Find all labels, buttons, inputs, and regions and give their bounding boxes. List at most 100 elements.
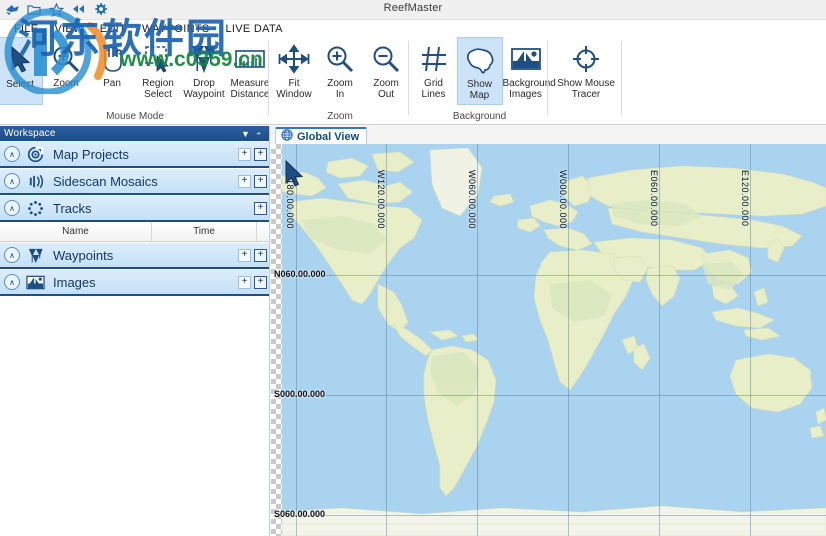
workspace-label-map-projects: Map Projects: [53, 147, 235, 162]
expand-sidescan-mosaics-button[interactable]: +: [238, 175, 251, 188]
workspace-section-sidescan-mosaics[interactable]: ∧ Sidescan Mosaics + +: [0, 168, 269, 195]
ribbon-button-zoom-in[interactable]: Zoom In: [317, 37, 363, 105]
menu-item-view[interactable]: VIEW: [46, 22, 91, 36]
ribbon-toolbar: Select Zoom: [0, 37, 826, 125]
hand-icon: [92, 41, 132, 77]
tracks-icon: [23, 200, 47, 217]
ribbon-label-show-mouse-tracer: Show Mouse Tracer: [552, 78, 620, 100]
waypoint-pin-icon: [23, 247, 47, 264]
chevron-up-icon[interactable]: ∧: [4, 173, 20, 189]
globe-icon: [281, 128, 293, 146]
ribbon-button-measure-distance[interactable]: Measure Distance: [227, 37, 273, 105]
longitude-label: W120.00.000: [376, 170, 386, 229]
title-bar: ReefMaster: [0, 0, 826, 20]
expand-images-button[interactable]: +: [238, 276, 251, 289]
tab-global-view[interactable]: Global View: [275, 127, 367, 144]
ribbon-separator-3: [547, 41, 548, 115]
workspace-section-images[interactable]: ∧ Images + +: [0, 269, 269, 296]
zoom-in-icon: [320, 41, 360, 77]
ribbon-group-mouse-tracer: Show Mouse Tracer: [551, 37, 621, 123]
ribbon-label-zoom: Zoom: [43, 78, 89, 89]
tracks-column-header: Name Time: [0, 222, 269, 242]
add-map-project-button[interactable]: +: [254, 148, 267, 161]
map-tab-strip: Global View: [271, 126, 826, 144]
menu-item-waypoints[interactable]: WAYPOINTS: [134, 22, 217, 36]
workspace-section-waypoints[interactable]: ∧ Waypoints + +: [0, 242, 269, 269]
workspace-pin-icon[interactable]: ⍆: [252, 128, 265, 139]
grid-line-vertical: [568, 144, 569, 536]
grid-line-vertical: [750, 144, 751, 536]
ribbon-group-title-zoom: Zoom: [272, 111, 408, 122]
grid-line-vertical: [659, 144, 660, 536]
ribbon-button-select[interactable]: Select: [0, 37, 43, 105]
longitude-label: W000.00.000: [558, 170, 568, 229]
magnifier-plus-icon: [46, 41, 86, 77]
workspace-dropdown-icon[interactable]: ▼: [239, 129, 252, 139]
tracks-column-name[interactable]: Name: [0, 222, 152, 241]
ribbon-separator-1: [268, 41, 269, 115]
background-images-icon: [506, 41, 546, 77]
ribbon-label-select: Select: [0, 79, 43, 90]
grid-lines-icon: [414, 41, 454, 77]
workspace-empty-area: [0, 296, 269, 536]
expand-map-projects-button[interactable]: +: [238, 148, 251, 161]
add-sidescan-mosaic-button[interactable]: +: [254, 175, 267, 188]
grid-line-horizontal: [282, 275, 826, 276]
ribbon-separator-4: [621, 41, 622, 115]
map-cursor-arrow-icon: [283, 160, 305, 190]
ribbon-group-title-background: Background: [412, 111, 547, 122]
tracks-column-time[interactable]: Time: [152, 222, 257, 241]
ribbon-label-zoom-in: Zoom In: [317, 78, 363, 100]
ribbon-button-grid-lines[interactable]: Grid Lines: [411, 37, 457, 105]
map-canvas[interactable]: W180.00.000 W120.00.000 W060.00.000 W000…: [271, 144, 826, 536]
cursor-arrow-icon: [0, 42, 40, 78]
ribbon-button-zoom[interactable]: Zoom: [43, 37, 89, 105]
menu-item-live-data[interactable]: LIVE DATA: [218, 22, 291, 36]
ribbon-button-pan[interactable]: Pan: [89, 37, 135, 105]
menu-item-file[interactable]: FILE: [6, 22, 46, 36]
ribbon-button-background-images[interactable]: Background Images: [503, 37, 549, 105]
sidescan-icon: [23, 173, 47, 190]
ribbon-label-zoom-out: Zoom Out: [363, 78, 409, 100]
grid-line-horizontal: [282, 395, 826, 396]
region-select-icon: [138, 41, 178, 77]
ribbon-label-pan: Pan: [89, 78, 135, 89]
fit-window-icon: [274, 41, 314, 77]
ribbon-group-title-mouse-mode: Mouse Mode: [2, 111, 268, 122]
expand-waypoints-button[interactable]: +: [238, 249, 251, 262]
chevron-up-icon[interactable]: ∧: [4, 200, 20, 216]
show-map-icon: [460, 42, 500, 78]
ribbon-button-fit-window[interactable]: Fit Window: [271, 37, 317, 105]
menu-bar: FILE VIEW EDIT WAYPOINTS LIVE DATA: [0, 20, 826, 37]
longitude-label: E120.00.000: [740, 170, 750, 227]
ribbon-label-region-select: Region Select: [135, 78, 181, 100]
chevron-up-icon[interactable]: ∧: [4, 274, 20, 290]
workspace-section-tracks[interactable]: ∧ Tracks +: [0, 195, 269, 222]
latitude-label: N060.00.000: [274, 269, 326, 279]
chevron-up-icon[interactable]: ∧: [4, 247, 20, 263]
map-area: Global View: [271, 126, 826, 536]
ribbon-button-zoom-out[interactable]: Zoom Out: [363, 37, 409, 105]
ribbon-button-show-mouse-tracer[interactable]: Show Mouse Tracer: [553, 37, 619, 105]
latitude-label: S060.00.000: [274, 509, 325, 519]
menu-item-edit[interactable]: EDIT: [92, 22, 134, 36]
ribbon-button-show-map[interactable]: Show Map: [457, 37, 503, 105]
workspace-section-map-projects[interactable]: ∧ Map Projects + +: [0, 141, 269, 168]
longitude-label: E060.00.000: [649, 170, 659, 227]
chevron-up-icon[interactable]: ∧: [4, 146, 20, 162]
workspace-body: ∧ Map Projects + + ∧: [0, 141, 269, 536]
waypoint-pin-icon: [184, 41, 224, 77]
map-projects-icon: [23, 146, 47, 163]
add-image-button[interactable]: +: [254, 276, 267, 289]
add-waypoint-button[interactable]: +: [254, 249, 267, 262]
workspace-panel: Workspace ▼ ⍆ ∧ Map Projects + +: [0, 126, 270, 536]
tab-label-global-view: Global View: [297, 131, 359, 143]
ribbon-label-show-map: Show Map: [457, 79, 503, 101]
images-icon: [23, 275, 47, 290]
ribbon-button-drop-waypoint[interactable]: Drop Waypoint: [181, 37, 227, 105]
add-track-button[interactable]: +: [254, 202, 267, 215]
ribbon-label-drop-waypoint: Drop Waypoint: [181, 78, 227, 100]
ribbon-label-fit-window: Fit Window: [271, 78, 317, 100]
ribbon-button-region-select[interactable]: Region Select: [135, 37, 181, 105]
ribbon-label-measure-distance: Measure Distance: [227, 78, 273, 100]
